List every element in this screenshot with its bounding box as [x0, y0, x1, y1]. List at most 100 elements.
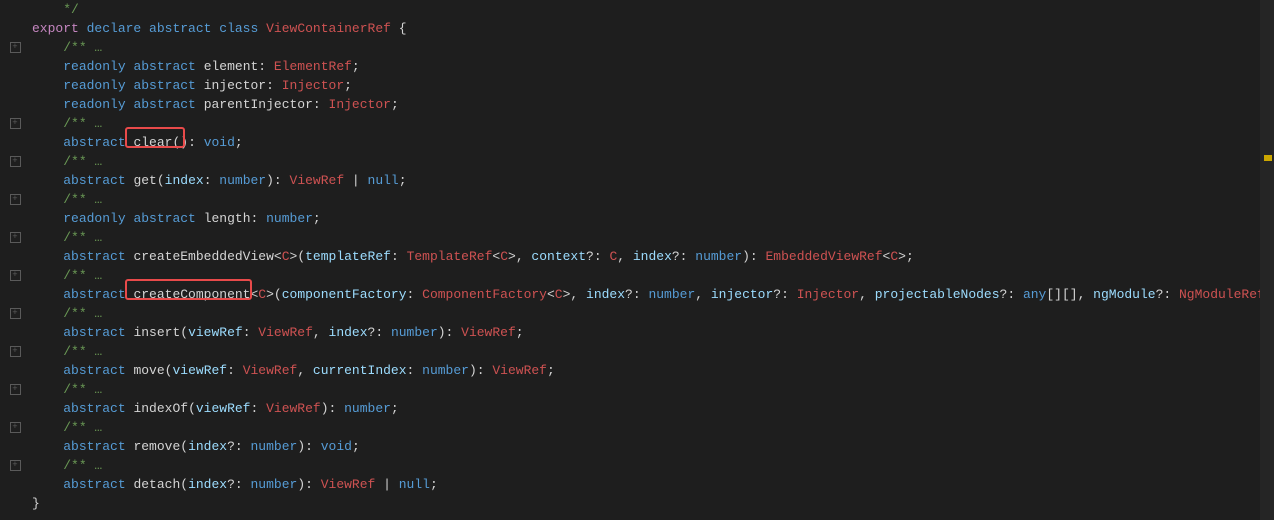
- code-editor[interactable]: */ export declare abstract class ViewCont…: [0, 0, 1274, 513]
- token-punct: ,: [859, 287, 875, 302]
- code-content[interactable]: abstract createComponent<C>(componentFac…: [30, 285, 1274, 304]
- fold-plus-icon[interactable]: +: [10, 308, 21, 319]
- token-punct: >(: [266, 287, 282, 302]
- code-content[interactable]: readonly abstract element: ElementRef;: [30, 57, 360, 76]
- token-punct: ;: [313, 211, 321, 226]
- code-line[interactable]: export declare abstract class ViewContai…: [0, 19, 1274, 38]
- minimap[interactable]: [1260, 0, 1274, 520]
- fold-plus-icon[interactable]: +: [10, 460, 21, 471]
- code-line[interactable]: */: [0, 0, 1274, 19]
- code-content[interactable]: export declare abstract class ViewContai…: [30, 19, 407, 38]
- code-content[interactable]: readonly abstract parentInjector: Inject…: [30, 95, 399, 114]
- fold-plus-icon[interactable]: +: [10, 270, 21, 281]
- code-content[interactable]: /** …: [30, 380, 102, 399]
- token-type: ViewRef: [290, 173, 345, 188]
- code-line[interactable]: abstract get(index: number): ViewRef | n…: [0, 171, 1274, 190]
- code-content[interactable]: abstract move(viewRef: ViewRef, currentI…: [30, 361, 555, 380]
- fold-plus-icon[interactable]: +: [10, 156, 21, 167]
- code-content[interactable]: /** …: [30, 38, 102, 57]
- token-punct: :: [243, 325, 259, 340]
- code-line[interactable]: + /** …: [0, 38, 1274, 57]
- code-line[interactable]: readonly abstract element: ElementRef;: [0, 57, 1274, 76]
- fold-plus-icon[interactable]: +: [10, 118, 21, 129]
- fold-plus-icon[interactable]: +: [10, 422, 21, 433]
- token-param: index: [633, 249, 672, 264]
- token-comment: */: [63, 2, 79, 17]
- code-content[interactable]: /** …: [30, 418, 102, 437]
- token-comment: /** …: [63, 306, 102, 321]
- code-content[interactable]: */: [30, 0, 79, 19]
- minimap-marker[interactable]: [1264, 155, 1272, 161]
- code-line[interactable]: abstract remove(index?: number): void;: [0, 437, 1274, 456]
- code-line[interactable]: + /** …: [0, 456, 1274, 475]
- token-prim: number: [391, 325, 438, 340]
- token-prim: number: [266, 211, 313, 226]
- token-comment: /** …: [63, 40, 102, 55]
- code-line[interactable]: + /** …: [0, 152, 1274, 171]
- code-line[interactable]: + /** …: [0, 342, 1274, 361]
- token-prim: number: [251, 477, 298, 492]
- code-line[interactable]: + /** …: [0, 418, 1274, 437]
- code-line[interactable]: abstract move(viewRef: ViewRef, currentI…: [0, 361, 1274, 380]
- code-content[interactable]: }: [30, 494, 40, 513]
- gutter: +: [0, 156, 30, 167]
- token-comment: /** …: [63, 420, 102, 435]
- token-punct: >;: [898, 249, 914, 264]
- code-content[interactable]: /** …: [30, 304, 102, 323]
- fold-plus-icon[interactable]: +: [10, 232, 21, 243]
- code-line[interactable]: abstract createComponent<C>(componentFac…: [0, 285, 1274, 304]
- code-line[interactable]: + /** …: [0, 190, 1274, 209]
- token-punct: ):: [742, 249, 765, 264]
- token-punct: |: [375, 477, 398, 492]
- code-content[interactable]: /** …: [30, 152, 102, 171]
- token-type: TemplateRef: [407, 249, 493, 264]
- code-line[interactable]: abstract indexOf(viewRef: ViewRef): numb…: [0, 399, 1274, 418]
- code-line[interactable]: + /** …: [0, 114, 1274, 133]
- token-keyword: abstract: [133, 97, 195, 112]
- code-content[interactable]: readonly abstract length: number;: [30, 209, 321, 228]
- fold-plus-icon[interactable]: +: [10, 194, 21, 205]
- code-content[interactable]: readonly abstract injector: Injector;: [30, 76, 352, 95]
- code-line[interactable]: + /** …: [0, 380, 1274, 399]
- code-content[interactable]: abstract remove(index?: number): void;: [30, 437, 360, 456]
- code-content[interactable]: /** …: [30, 228, 102, 247]
- token-param: templateRef: [305, 249, 391, 264]
- code-content[interactable]: /** …: [30, 266, 102, 285]
- token-ident: element: [204, 59, 259, 74]
- code-content[interactable]: abstract indexOf(viewRef: ViewRef): numb…: [30, 399, 399, 418]
- code-content[interactable]: /** …: [30, 190, 102, 209]
- code-content[interactable]: /** …: [30, 456, 102, 475]
- code-line[interactable]: abstract insert(viewRef: ViewRef, index?…: [0, 323, 1274, 342]
- code-content[interactable]: abstract createEmbeddedView<C>(templateR…: [30, 247, 914, 266]
- code-content[interactable]: abstract get(index: number): ViewRef | n…: [30, 171, 407, 190]
- token-generic: C: [500, 249, 508, 264]
- code-line[interactable]: abstract clear(): void;: [0, 133, 1274, 152]
- code-content[interactable]: abstract clear(): void;: [30, 133, 243, 152]
- code-line[interactable]: + /** …: [0, 266, 1274, 285]
- code-content[interactable]: /** …: [30, 342, 102, 361]
- fold-plus-icon[interactable]: +: [10, 384, 21, 395]
- code-line[interactable]: readonly abstract injector: Injector;: [0, 76, 1274, 95]
- token-punct: :: [407, 287, 423, 302]
- token-punct: ):: [297, 439, 320, 454]
- code-content[interactable]: /** …: [30, 114, 102, 133]
- token-type: ViewRef: [258, 325, 313, 340]
- token-punct: :: [227, 363, 243, 378]
- fold-plus-icon[interactable]: +: [10, 346, 21, 357]
- code-line[interactable]: + /** …: [0, 304, 1274, 323]
- code-line[interactable]: }: [0, 494, 1274, 513]
- code-content[interactable]: abstract detach(index?: number): ViewRef…: [30, 475, 438, 494]
- token-comment: /** …: [63, 344, 102, 359]
- code-line[interactable]: abstract createEmbeddedView<C>(templateR…: [0, 247, 1274, 266]
- token-punct: ?:: [1000, 287, 1023, 302]
- code-line[interactable]: readonly abstract parentInjector: Inject…: [0, 95, 1274, 114]
- code-line[interactable]: abstract detach(index?: number): ViewRef…: [0, 475, 1274, 494]
- code-line[interactable]: readonly abstract length: number;: [0, 209, 1274, 228]
- code-line[interactable]: + /** …: [0, 228, 1274, 247]
- gutter: +: [0, 42, 30, 53]
- token-punct: >,: [508, 249, 531, 264]
- token-punct: <: [547, 287, 555, 302]
- code-content[interactable]: abstract insert(viewRef: ViewRef, index?…: [30, 323, 524, 342]
- token-prim: void: [204, 135, 235, 150]
- fold-plus-icon[interactable]: +: [10, 42, 21, 53]
